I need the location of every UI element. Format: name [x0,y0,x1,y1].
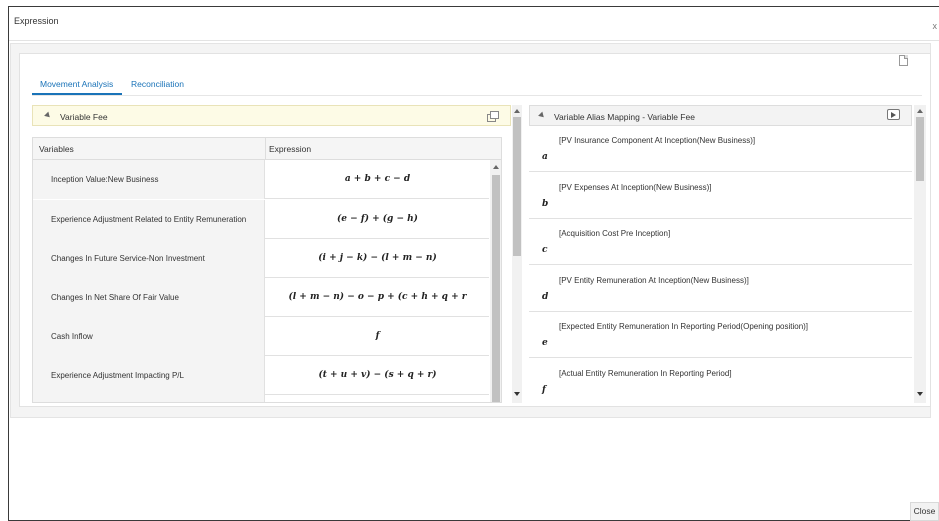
variable-cell: Experience Adjustment Related to Entity … [33,200,265,239]
alias-description: [Actual Entity Remuneration In Reporting… [559,369,732,378]
expression-formula: (t + u + v) − (s + q + r) [318,370,437,380]
expression-cell: (l + m − n) − o − p + (c + h + q + r [266,278,489,317]
splitter-down-icon[interactable] [514,392,520,396]
table-row[interactable]: Experience Adjustment Related to Entity … [33,200,489,239]
variable-cell: Changes In Future Service-Non Investment [33,239,265,278]
expression-cell: f [266,317,489,356]
variable-cell: Inception Value:New Business [33,160,265,199]
table-scrollbar[interactable] [490,160,501,402]
variable-name: Changes In Future Service-Non Investment [51,254,205,263]
expression-cell: (i + j − k) − (l + m − n) [266,239,489,278]
variable-cell: Experience Adjustment Impacting P/L [33,356,265,395]
dialog-header: Expression x [9,7,939,41]
alias-mapping-panel-title: Variable Alias Mapping - Variable Fee [554,112,695,122]
alias-scroll-up-icon[interactable] [917,109,923,113]
tab-reconciliation[interactable]: Reconciliation [131,79,184,89]
column-divider [265,138,266,160]
list-item[interactable]: [PV Entity Remuneration At Inception(New… [529,266,912,312]
expression-formula: (e − f) + (g − h) [337,214,418,224]
list-item[interactable]: [PV Insurance Component At Inception(New… [529,126,912,172]
table-row[interactable]: Cash Inflow f [33,317,489,356]
alias-mapping-panel-header[interactable]: Variable Alias Mapping - Variable Fee [529,105,912,126]
dialog-title: Expression [14,16,59,26]
variable-name: Cash Inflow [51,332,93,341]
alias-letter: c [542,245,548,255]
alias-letter: a [542,152,548,162]
table-header: Variables Expression [33,138,501,160]
variable-name: Experience Adjustment Related to Entity … [51,215,247,224]
table-row[interactable]: Inception Value:New Business a + b + c −… [33,160,489,199]
expression-formula: (i + j − k) − (l + m − n) [318,253,437,263]
scroll-up-icon[interactable] [493,165,499,169]
alias-letter: b [542,199,549,209]
splitter-up-icon[interactable] [514,109,520,113]
list-item[interactable]: [Acquisition Cost Pre Inception] c [529,219,912,265]
expand-icon[interactable] [887,109,900,120]
alias-list-scrollbar[interactable] [914,105,926,403]
alias-description: [Acquisition Cost Pre Inception] [559,229,671,238]
alias-scroll-down-icon[interactable] [917,392,923,396]
tab-movement-analysis[interactable]: Movement Analysis [40,79,113,89]
variable-name: Inception Value:New Business [51,175,159,184]
variable-cell: Changes In Net Share Of Fair Value [33,278,265,317]
detach-icon[interactable] [487,111,499,122]
variables-table: Variables Expression Inception Value:New… [32,137,502,403]
list-item[interactable]: [PV Expenses At Inception(New Business)]… [529,173,912,219]
variable-fee-panel-title: Variable Fee [60,112,108,122]
variable-fee-panel-header[interactable]: Variable Fee [32,105,511,126]
alias-letter: f [542,385,546,395]
variable-cell [33,395,265,402]
column-header-expression[interactable]: Expression [269,144,311,154]
alias-letter: e [542,338,548,348]
expression-formula: f [375,331,380,341]
dialog-close-icon[interactable]: x [933,21,938,31]
alias-scroll-thumb[interactable] [916,117,924,181]
expression-cell: (t + u + v) − (s + q + r) [266,356,489,395]
expression-formula: a + b + c − d [344,174,411,184]
alias-description: [Expected Entity Remuneration In Reporti… [559,322,809,331]
alias-description: [PV Entity Remuneration At Inception(New… [559,276,749,285]
variable-name: Experience Adjustment Impacting P/L [51,371,184,380]
variable-cell: Cash Inflow [33,317,265,356]
table-row[interactable] [33,395,489,402]
expression-cell: a + b + c − d [266,160,489,199]
table-row[interactable]: Experience Adjustment Impacting P/L (t +… [33,356,489,395]
close-button[interactable]: Close [910,502,939,521]
collapse-triangle-icon[interactable] [44,111,52,120]
alias-letter: d [542,292,549,302]
pdf-export-icon[interactable] [899,55,908,66]
tabs-divider [32,95,922,96]
table-row[interactable]: Changes In Net Share Of Fair Value (l + … [33,278,489,317]
alias-description: [PV Expenses At Inception(New Business)] [559,183,712,192]
variable-name: Changes In Net Share Of Fair Value [51,293,179,302]
alias-mapping-list: [PV Insurance Component At Inception(New… [529,126,914,403]
table-scroll-thumb[interactable] [492,175,500,402]
list-item[interactable]: [Expected Entity Remuneration In Reporti… [529,312,912,358]
panel-splitter-scrollbar[interactable] [512,105,522,403]
table-row[interactable]: Changes In Future Service-Non Investment… [33,239,489,278]
alias-description: [PV Insurance Component At Inception(New… [559,136,756,145]
splitter-scroll-thumb[interactable] [513,117,521,256]
expression-formula: (l + m − n) − o − p + (c + h + q + r [288,292,467,302]
column-header-variables[interactable]: Variables [39,144,74,154]
expression-cell: (e − f) + (g − h) [266,200,489,239]
collapse-triangle-icon[interactable] [538,111,546,120]
list-item[interactable]: [Actual Entity Remuneration In Reporting… [529,359,912,403]
